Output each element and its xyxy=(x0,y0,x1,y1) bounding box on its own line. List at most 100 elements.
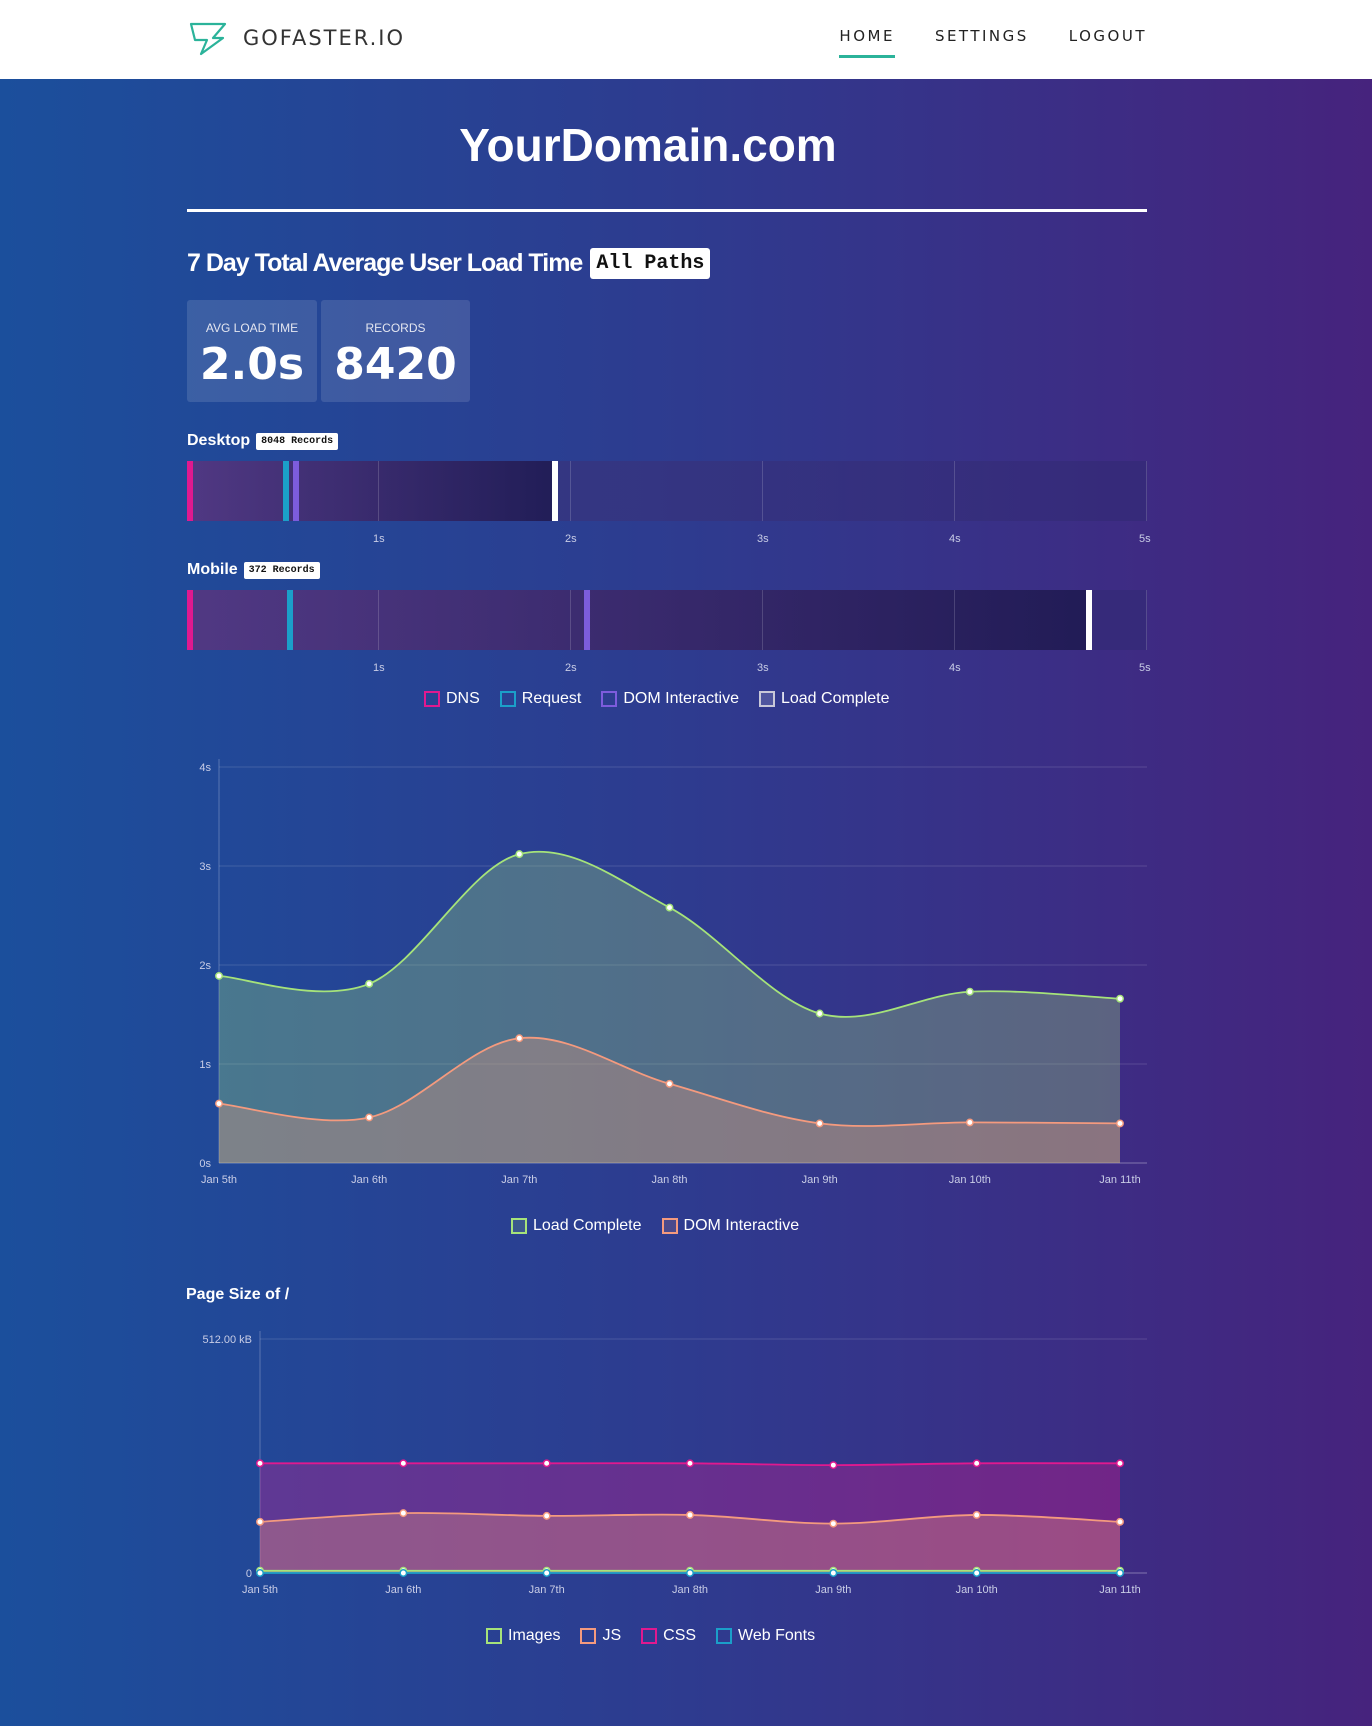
top-navbar: GOFASTER.IO HOME SETTINGS LOGOUT xyxy=(0,0,1372,79)
mobile-tick-label: 2s xyxy=(565,662,577,674)
desktop-dom-interactive-marker xyxy=(292,461,299,521)
logo[interactable]: GOFASTER.IO xyxy=(187,20,405,56)
legend-load-complete-label: Load Complete xyxy=(780,690,890,707)
legend-dns[interactable]: DNS xyxy=(424,690,480,708)
mobile-dns-marker xyxy=(187,590,193,650)
desktop-tick-label: 5s xyxy=(1139,533,1151,545)
title-divider xyxy=(187,209,1147,212)
avg-load-time-card: AVG LOAD TIME 2.0s xyxy=(187,300,317,402)
mobile-loaded-region xyxy=(187,590,1086,650)
x-tick-label: Jan 11th xyxy=(1099,1584,1140,1596)
load-time-heading: 7 Day Total Average User Load Time All P… xyxy=(187,248,711,279)
desktop-records-badge: 8048 Records xyxy=(256,432,339,450)
y-tick-label: 2s xyxy=(199,960,211,972)
css-point xyxy=(686,1459,694,1468)
web-fonts-point xyxy=(829,1569,838,1577)
js-point xyxy=(542,1511,551,1520)
web-fonts-point xyxy=(399,1569,408,1577)
mobile-tick-label: 1s xyxy=(373,662,385,674)
load-complete-point xyxy=(665,903,674,912)
mobile-load-complete-marker xyxy=(1085,590,1092,650)
x-tick-label: Jan 11th xyxy=(1099,1174,1140,1186)
x-tick-label: Jan 9th xyxy=(815,1584,851,1596)
path-filter-badge[interactable]: All Paths xyxy=(590,248,711,279)
load-complete-point xyxy=(1116,994,1124,1003)
js-point xyxy=(1116,1517,1124,1526)
web-fonts-point xyxy=(1116,1569,1124,1577)
desktop-label: Desktop 8048 Records xyxy=(187,432,339,450)
mobile-tick-label: 4s xyxy=(949,662,961,674)
legend-images[interactable]: Images xyxy=(486,1627,560,1645)
mobile-request-marker xyxy=(286,590,293,650)
css-point xyxy=(972,1459,981,1468)
legend-dns-label: DNS xyxy=(446,690,480,707)
load-complete-point xyxy=(815,1009,824,1018)
legend-chart-dom-interactive-label: DOM Interactive xyxy=(683,1217,800,1234)
records-value: 8420 xyxy=(334,339,457,390)
legend-load-complete[interactable]: Load Complete xyxy=(758,690,890,708)
desktop-tick-label: 1s xyxy=(373,533,385,545)
legend-chart-dom-interactive[interactable]: DOM Interactive xyxy=(661,1217,800,1235)
desktop-request-marker xyxy=(283,461,289,521)
css-point xyxy=(256,1459,264,1468)
load-complete-point xyxy=(365,979,374,988)
nav-logout-link[interactable]: LOGOUT xyxy=(1069,27,1147,58)
desktop-tick-label: 4s xyxy=(949,533,961,545)
mobile-grid-line xyxy=(1146,590,1147,650)
lightning-logo-icon xyxy=(189,22,227,56)
x-tick-label: Jan 8th xyxy=(651,1174,687,1186)
mobile-label: Mobile 372 Records xyxy=(187,561,320,579)
y-tick-label: 512.00 kB xyxy=(202,1334,252,1346)
y-tick-label: 4s xyxy=(199,762,211,774)
legend-js-label: JS xyxy=(602,1627,622,1644)
legend-css-swatch xyxy=(641,1628,658,1644)
legend-js-swatch xyxy=(580,1628,597,1644)
dom-interactive-point xyxy=(665,1079,674,1088)
mobile-grid-line xyxy=(954,590,955,650)
desktop-tick-label: 3s xyxy=(757,533,769,545)
nav-home-link[interactable]: HOME xyxy=(839,27,895,58)
web-fonts-point xyxy=(972,1569,981,1577)
page-size-legend: Images JS CSS Web Fonts xyxy=(476,1627,825,1645)
load-time-chart: 0s 1s 2s 3s 4s Jan 5th Jan 6th Jan 7th Jan 8th Ja… xyxy=(199,759,1147,1186)
legend-dom-interactive[interactable]: DOM Interactive xyxy=(601,690,739,708)
load-time-heading-text: 7 Day Total Average User Load Time xyxy=(187,249,583,277)
legend-images-label: Images xyxy=(508,1627,561,1644)
css-point xyxy=(399,1459,408,1468)
nav-settings-link[interactable]: SETTINGS xyxy=(935,27,1029,58)
y-tick-label: 0s xyxy=(199,1158,211,1170)
js-point xyxy=(399,1509,408,1518)
desktop-grid-line xyxy=(570,461,571,521)
desktop-dns-marker xyxy=(187,461,193,521)
x-tick-label: Jan 9th xyxy=(802,1174,838,1186)
records-label: RECORDS xyxy=(365,321,426,335)
x-tick-label: Jan 6th xyxy=(385,1584,421,1596)
mobile-tick-label: 3s xyxy=(757,662,769,674)
desktop-label-text: Desktop xyxy=(187,432,251,449)
legend-dns-swatch xyxy=(424,691,440,707)
avg-load-time-label: AVG LOAD TIME xyxy=(205,321,299,335)
desktop-loaded-region xyxy=(187,461,552,521)
load-complete-point xyxy=(965,987,974,996)
legend-request[interactable]: Request xyxy=(499,690,582,708)
dom-interactive-point xyxy=(515,1034,524,1043)
legend-web-fonts[interactable]: Web Fonts xyxy=(716,1627,815,1645)
desktop-tick-label: 2s xyxy=(565,533,577,545)
legend-css[interactable]: CSS xyxy=(641,1627,696,1645)
load-chart-legend: Load Complete DOM Interactive xyxy=(501,1217,809,1235)
legend-js[interactable]: JS xyxy=(580,1627,621,1645)
mobile-timing-bar xyxy=(187,590,1147,650)
x-tick-label: Jan 6th xyxy=(351,1174,387,1186)
main-nav: HOME SETTINGS LOGOUT xyxy=(799,27,1147,58)
mobile-grid-line xyxy=(762,590,763,650)
desktop-grid-line xyxy=(378,461,379,521)
dom-interactive-point xyxy=(1116,1119,1124,1128)
legend-request-label: Request xyxy=(521,690,582,707)
desktop-grid-line xyxy=(1146,461,1147,521)
legend-chart-load-complete[interactable]: Load Complete xyxy=(511,1217,642,1235)
legend-dom-interactive-label: DOM Interactive xyxy=(623,690,739,707)
desktop-timing-bar xyxy=(187,461,1147,521)
desktop-grid-line xyxy=(762,461,763,521)
desktop-load-complete-marker xyxy=(551,461,558,521)
x-tick-label: Jan 7th xyxy=(501,1174,537,1186)
